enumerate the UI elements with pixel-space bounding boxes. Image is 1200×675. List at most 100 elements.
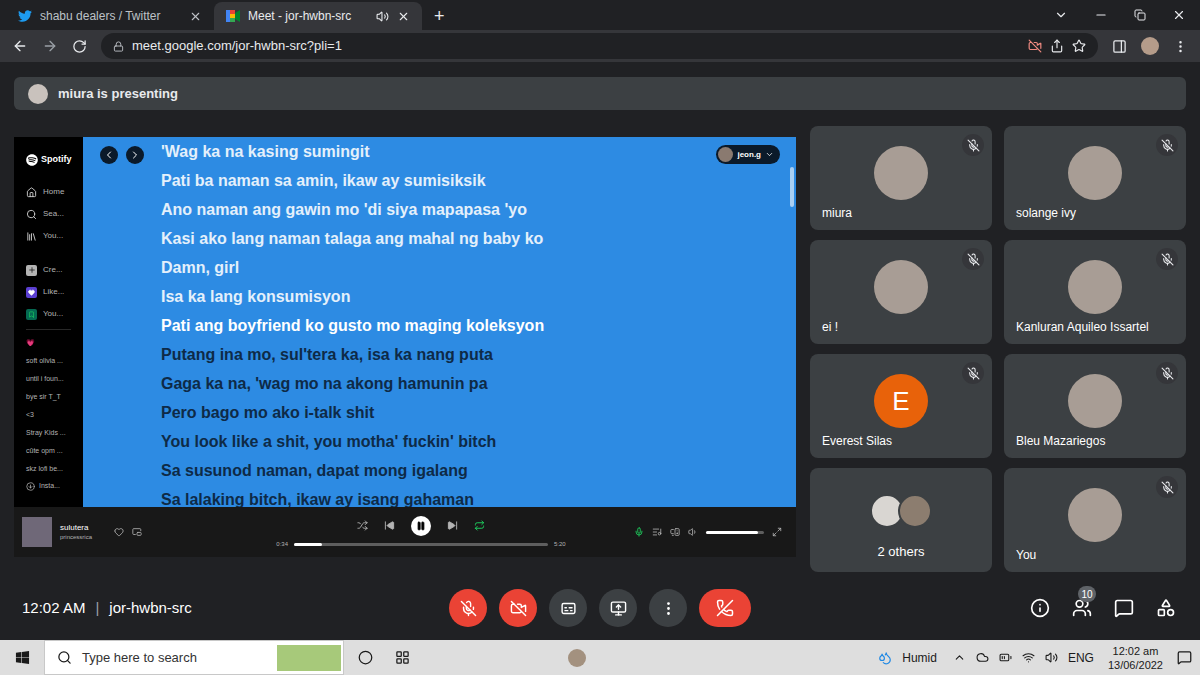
battery-icon[interactable] <box>999 651 1012 664</box>
task-view-icon[interactable] <box>395 650 410 665</box>
participant-tile[interactable]: You <box>1004 468 1186 572</box>
participant-tile[interactable]: 2 others <box>810 468 992 572</box>
back-button[interactable] <box>100 146 118 164</box>
lyrics-icon[interactable] <box>634 527 644 537</box>
playlist-item[interactable]: 💗 <box>26 334 71 352</box>
playlist-item[interactable]: <3 <box>26 406 71 424</box>
fullscreen-icon[interactable] <box>772 527 782 537</box>
volume-track[interactable] <box>706 531 764 534</box>
next-icon[interactable] <box>447 520 458 531</box>
lyric-line[interactable]: Pero bago mo ako i-talk shit <box>161 398 796 427</box>
previous-icon[interactable] <box>384 520 395 531</box>
sidebar-nav-item[interactable]: You... <box>26 225 71 247</box>
participant-name: Everest Silas <box>822 434 892 448</box>
queue-icon[interactable] <box>652 527 662 537</box>
lyric-line[interactable]: Pati ang boyfriend ko gusto mo maging ko… <box>161 311 796 340</box>
participant-tile[interactable]: ei ! <box>810 240 992 344</box>
lyric-line[interactable]: Ano naman ang gawin mo 'di siya mapapasa… <box>161 195 796 224</box>
back-icon[interactable] <box>12 38 28 54</box>
lyric-line[interactable]: Kasi ako lang naman talaga ang mahal ng … <box>161 224 796 253</box>
lyric-line[interactable]: 'Wag ka na kasing sumingit <box>161 137 796 166</box>
close-window-icon[interactable] <box>1172 8 1186 22</box>
lyric-line[interactable]: Pati ba naman sa amin, ikaw ay sumisiksi… <box>161 166 796 195</box>
close-tab-icon[interactable] <box>189 10 202 23</box>
camera-button[interactable] <box>499 589 537 627</box>
sidebar-action-item[interactable]: Like... <box>26 281 71 303</box>
mic-button[interactable] <box>449 589 487 627</box>
repeat-icon[interactable] <box>474 520 485 531</box>
minimize-icon[interactable] <box>1094 8 1108 22</box>
participant-tile[interactable]: Kanluran Aquileo Issartel <box>1004 240 1186 344</box>
lyric-line[interactable]: Putang ina mo, sul'tera ka, isa ka nang … <box>161 340 796 369</box>
menu-icon[interactable] <box>1173 39 1188 54</box>
weather-icon[interactable] <box>878 651 892 665</box>
track-artist[interactable]: princessrica <box>60 533 92 542</box>
sidebar-action-item[interactable]: Cre... <box>26 259 71 281</box>
clock[interactable]: 12:02 am13/06/2022 <box>1104 644 1167 672</box>
pip-icon[interactable] <box>132 527 142 537</box>
progress-track[interactable] <box>294 543 548 546</box>
tab-search-icon[interactable] <box>1054 8 1068 22</box>
speaker-icon[interactable] <box>1045 651 1058 664</box>
install-app[interactable]: Insta... <box>26 478 71 494</box>
captions-button[interactable] <box>549 589 587 627</box>
language-indicator[interactable]: ENG <box>1068 649 1094 667</box>
restore-icon[interactable] <box>1134 9 1146 21</box>
browser-tab[interactable]: shabu dealers / Twitter <box>6 2 214 30</box>
cortana-icon[interactable] <box>358 650 373 665</box>
lyric-line[interactable]: Isa ka lang konsumisyon <box>161 282 796 311</box>
user-menu[interactable]: jeon.g <box>716 145 780 164</box>
lyric-line[interactable]: Sa lalaking bitch, ikaw ay isang gahaman <box>161 485 796 507</box>
activities-icon[interactable] <box>1156 598 1176 618</box>
share-icon[interactable] <box>1050 39 1064 53</box>
leave-button[interactable] <box>699 589 751 627</box>
chrome-taskbar-icon[interactable] <box>568 649 586 667</box>
profile-avatar[interactable] <box>1141 37 1159 55</box>
notifications-icon[interactable] <box>1177 650 1192 665</box>
sidebar-action-item[interactable]: You... <box>26 303 71 325</box>
like-icon[interactable] <box>114 527 124 537</box>
sidebar-nav-item[interactable]: Sea... <box>26 203 71 225</box>
playlist-item[interactable]: cŭte opm ... <box>26 442 71 460</box>
tray-overflow-icon[interactable] <box>953 651 966 664</box>
sidebar-nav-item[interactable]: Home <box>26 181 71 203</box>
reload-icon[interactable] <box>72 39 87 54</box>
side-panel-icon[interactable] <box>1112 39 1127 54</box>
play-pause-button[interactable] <box>411 516 431 536</box>
present-button[interactable] <box>599 589 637 627</box>
playlist-item[interactable]: until i foun... <box>26 370 71 388</box>
playlist-item[interactable]: bye sir T_T <box>26 388 71 406</box>
close-tab-icon[interactable] <box>397 10 410 23</box>
shuffle-icon[interactable] <box>357 520 368 531</box>
lyric-line[interactable]: Damn, girl <box>161 253 796 282</box>
track-title[interactable]: sulutera <box>60 522 92 533</box>
wifi-icon[interactable] <box>1022 651 1035 664</box>
lyric-line[interactable]: Sa susunod naman, dapat mong igalang <box>161 456 796 485</box>
volume-icon[interactable] <box>688 527 698 537</box>
more-button[interactable] <box>649 589 687 627</box>
playlist-item[interactable]: Stray Kids ... <box>26 424 71 442</box>
bookmark-icon[interactable] <box>1072 39 1086 53</box>
search-box[interactable]: Type here to search <box>44 640 344 675</box>
lyric-line[interactable]: You look like a shit, you motha' fuckin'… <box>161 427 796 456</box>
participant-tile[interactable]: solange ivy <box>1004 126 1186 230</box>
browser-tab[interactable]: Meet - jor-hwbn-src <box>214 2 422 30</box>
playlist-item[interactable]: skz lofi be... <box>26 460 71 478</box>
start-button[interactable] <box>0 640 44 675</box>
new-tab-button[interactable]: + <box>422 2 457 30</box>
info-icon[interactable] <box>1030 598 1050 618</box>
forward-icon[interactable] <box>42 38 58 54</box>
playlist-item[interactable]: soft olivia ... <box>26 352 71 370</box>
participant-tile[interactable]: miura <box>810 126 992 230</box>
forward-button[interactable] <box>126 146 144 164</box>
lyric-line[interactable]: Gaga ka na, 'wag mo na akong hamunin pa <box>161 369 796 398</box>
camera-blocked-icon[interactable] <box>1028 39 1042 53</box>
weather-text[interactable]: Humid <box>902 649 937 667</box>
cloud-icon[interactable] <box>976 651 989 664</box>
presenting-bar: miura is presenting <box>14 77 1186 110</box>
chat-icon[interactable] <box>1114 598 1134 618</box>
participant-tile[interactable]: EEverest Silas <box>810 354 992 458</box>
participant-tile[interactable]: Bleu Mazariegos <box>1004 354 1186 458</box>
devices-icon[interactable] <box>670 527 680 537</box>
address-field[interactable]: meet.google.com/jor-hwbn-src?pli=1 <box>101 33 1098 59</box>
